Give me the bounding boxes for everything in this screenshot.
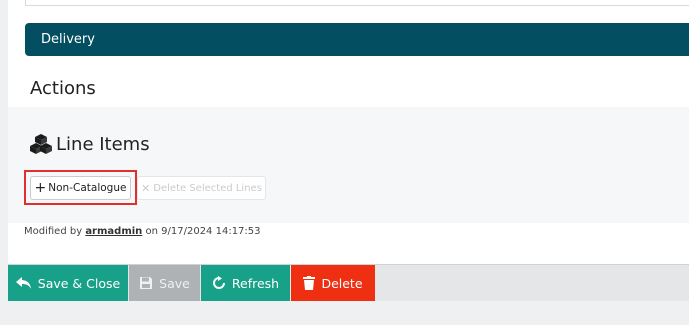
- save-label: Save: [159, 275, 190, 291]
- modified-on: on: [145, 226, 158, 237]
- delete-button[interactable]: Delete: [291, 265, 375, 301]
- refresh-label: Refresh: [231, 275, 280, 291]
- trash-icon: [303, 276, 316, 290]
- delivery-section-header[interactable]: Delivery: [25, 23, 689, 56]
- add-non-catalogue-button[interactable]: + Non-Catalogue: [30, 176, 131, 200]
- delete-label: Delete: [321, 275, 363, 291]
- floppy-icon: [140, 277, 153, 289]
- plus-icon: +: [34, 180, 47, 196]
- delete-selected-lines-button[interactable]: ✕ Delete Selected Lines: [137, 176, 266, 200]
- non-catalogue-label: Non-Catalogue: [48, 182, 127, 194]
- close-icon: ✕: [141, 181, 151, 195]
- refresh-button[interactable]: Refresh: [201, 265, 290, 301]
- line-items-panel: [8, 107, 689, 223]
- refresh-icon: [212, 276, 225, 289]
- save-close-button[interactable]: Save & Close: [8, 265, 128, 301]
- modified-prefix: Modified by: [24, 226, 83, 237]
- delivery-label: Delivery: [41, 32, 95, 47]
- modified-user-link[interactable]: armadmin: [85, 226, 142, 237]
- save-button[interactable]: Save: [129, 265, 200, 301]
- line-items-title-text: Line Items: [56, 133, 150, 155]
- actions-heading: Actions: [30, 78, 96, 99]
- delete-selected-lines-label: Delete Selected Lines: [153, 182, 262, 194]
- previous-section-edge: [25, 0, 689, 6]
- modified-info: Modified by armadmin on 9/17/2024 14:17:…: [24, 226, 261, 237]
- line-items-title: Line Items: [30, 133, 150, 155]
- modified-timestamp: 9/17/2024 14:17:53: [161, 226, 261, 237]
- save-close-label: Save & Close: [37, 275, 121, 291]
- cubes-icon: [30, 134, 52, 154]
- reply-icon: [15, 277, 31, 289]
